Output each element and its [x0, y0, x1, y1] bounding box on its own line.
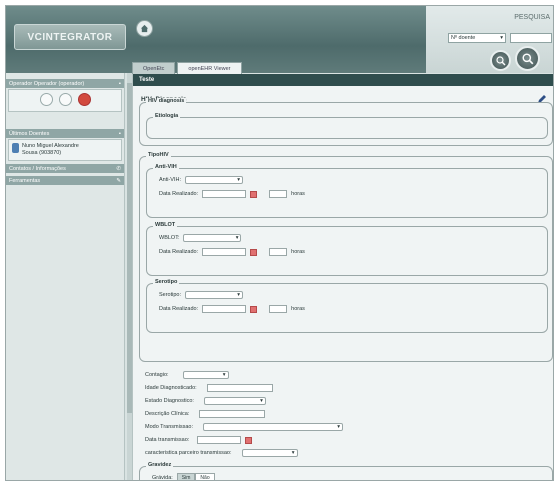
sidebar: Operador Operador (operador) ▪ Últimos D…: [6, 73, 125, 480]
search-link[interactable]: PESQUISA: [514, 14, 550, 21]
serotipo-fieldset: Serotipo Serotipo: ▾ Data Realizado: hor…: [146, 279, 548, 333]
serotipo-date-input[interactable]: [202, 305, 247, 313]
anti-vih-select[interactable]: ▾: [185, 176, 244, 184]
edit-icon[interactable]: [39, 93, 53, 106]
gravidez-sim-option[interactable]: Sim: [176, 473, 196, 480]
main-panel: Teste HIV_Diagnosis HIV diagnosis Etiolo…: [132, 74, 553, 480]
modo-select[interactable]: ▾: [203, 423, 343, 431]
calendar-icon[interactable]: [250, 248, 258, 256]
wblot-hours-input[interactable]: [269, 248, 288, 256]
serotipo-select[interactable]: ▾: [185, 291, 244, 299]
settings-icon[interactable]: [58, 93, 72, 106]
anti-vih-date-input[interactable]: [202, 190, 247, 198]
etiologia-fieldset: Etiologia: [146, 113, 548, 139]
header: VCINTEGRATOR PESQUISA Nº doente ▾ OpenEt…: [6, 6, 553, 74]
phone-icon: ✆: [116, 165, 121, 172]
calendar-icon[interactable]: [250, 190, 258, 198]
users-icon: ▪: [119, 130, 121, 137]
hiv-diagnosis-legend: HIV diagnosis: [146, 98, 187, 104]
recent-patients-box: Nuno Miguel Alexandre Sousa (903870): [8, 139, 122, 162]
operator-section-header[interactable]: Operador Operador (operador) ▪: [6, 79, 124, 88]
search-input[interactable]: [510, 33, 552, 43]
recent-patient-item[interactable]: Nuno Miguel Alexandre Sousa (903870): [9, 140, 121, 160]
panel-title: Teste: [133, 74, 553, 86]
recent-patients-header[interactable]: Últimos Doentes ▪: [6, 129, 124, 138]
patient-icon: [12, 143, 19, 153]
etiologia-legend: Etiologia: [153, 113, 181, 119]
wblot-select[interactable]: ▾: [183, 234, 242, 242]
caracteristica-select[interactable]: ▾: [241, 449, 298, 457]
wblot-date-input[interactable]: [202, 248, 247, 256]
estado-select[interactable]: ▾: [203, 397, 266, 405]
wblot-fieldset: WBLOT WBLOT: ▾ Data Realizado: horas: [146, 222, 548, 276]
form-content: HIV diagnosis Etiologia TipoHIV Anti-VIH…: [133, 98, 553, 480]
anti-vih-hours-input[interactable]: [269, 190, 288, 198]
contagio-select[interactable]: ▾: [182, 371, 229, 379]
serotipo-hours-input[interactable]: [269, 305, 288, 313]
chevron-down-icon: ▾: [500, 35, 503, 41]
home-icon[interactable]: [136, 20, 153, 37]
app-logo: VCINTEGRATOR: [14, 24, 126, 50]
calendar-icon[interactable]: [245, 436, 253, 444]
zoom-out-button[interactable]: [490, 50, 511, 71]
hiv-diagnosis-fieldset: HIV diagnosis Etiologia: [139, 98, 553, 146]
app-window: VCINTEGRATOR PESQUISA Nº doente ▾ OpenEt…: [5, 5, 554, 481]
header-search-area: PESQUISA Nº doente ▾: [426, 6, 553, 73]
user-icon: ▪: [119, 80, 121, 87]
tab-openetc[interactable]: OpenEtc: [132, 62, 176, 74]
operator-box: [8, 89, 122, 112]
app-tabs: OpenEtc openEHR Viewer: [132, 62, 242, 74]
gravidez-fieldset: Gravidez Grávida: Sim Não: [139, 462, 553, 480]
magnifier-icon: [495, 55, 505, 65]
descricao-input[interactable]: [199, 410, 266, 418]
search-button[interactable]: [515, 46, 540, 71]
calendar-icon[interactable]: [250, 305, 258, 313]
search-icon: [521, 52, 533, 64]
tab-openehr-viewer[interactable]: openEHR Viewer: [177, 62, 242, 74]
anti-vih-fieldset: Anti-VIH Anti-VIH: ▾ Data Realizado: hor…: [146, 164, 548, 218]
wrench-icon: ✎: [116, 177, 121, 184]
logout-icon[interactable]: [77, 93, 91, 106]
idade-input[interactable]: [206, 384, 273, 392]
data-transmissao-input[interactable]: [197, 436, 242, 444]
gravidez-nao-option[interactable]: Não: [195, 473, 215, 480]
contacts-section-header[interactable]: Contatos / Informações ✆: [6, 164, 124, 174]
patient-number-select[interactable]: Nº doente ▾: [448, 33, 506, 43]
tipohiv-legend: TipoHIV: [146, 152, 171, 158]
tools-section-header[interactable]: Ferramentas ✎: [6, 176, 124, 186]
tipohiv-fieldset: TipoHIV Anti-VIH Anti-VIH: ▾ Data Realiz…: [139, 152, 553, 362]
